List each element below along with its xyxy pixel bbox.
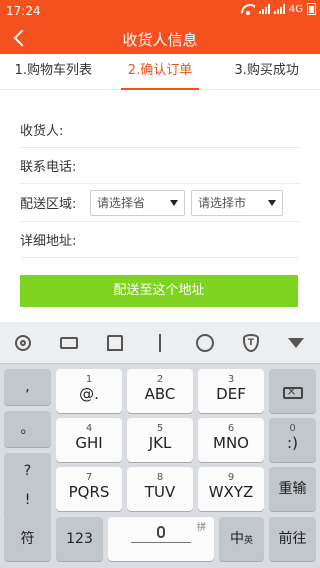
key-6-sub: 6 [227, 423, 235, 434]
cursor-icon[interactable] [149, 332, 171, 354]
reinput-key[interactable]: 重输 [269, 467, 316, 511]
key-0-sub: 0 [289, 423, 296, 434]
key-2[interactable]: 2 ABC [127, 369, 193, 413]
phone-label: 联系电话: [20, 160, 77, 175]
key-2-sub: 2 [156, 374, 164, 385]
shield-icon[interactable]: T [240, 332, 262, 354]
collapse-icon[interactable] [285, 332, 307, 354]
key-8-sub: 8 [156, 472, 164, 483]
key-4-main: GHI [75, 434, 103, 452]
key-5[interactable]: 5 JKL [127, 418, 193, 462]
backspace-icon [282, 384, 303, 399]
key-3-main: DEF [216, 385, 246, 403]
app-header: 收货人信息 [0, 22, 320, 54]
region-row: 配送区域: 请选择省 请选择市 [20, 184, 300, 222]
key-3[interactable]: 3 DEF [198, 369, 264, 413]
key-8[interactable]: 8 TUV [127, 467, 193, 511]
recipient-label: 收货人: [20, 124, 64, 139]
en-label: 英 [243, 536, 253, 546]
key-7-main: PQRS [68, 483, 110, 501]
network-label: 4G [288, 3, 303, 15]
key-5-main: JKL [148, 434, 172, 452]
smile-icon[interactable] [194, 332, 216, 354]
step-confirm-order[interactable]: 2.确认订单 [107, 54, 214, 90]
symbol-key[interactable]: 符 [4, 517, 51, 561]
key-9-sub: 9 [227, 472, 235, 483]
key-0[interactable]: 0 :) [269, 418, 316, 462]
key-exclaim[interactable]: ! [4, 482, 51, 518]
key-6[interactable]: 6 MNO [198, 418, 264, 462]
province-select[interactable]: 请选择省 [90, 189, 185, 216]
status-icons: 4G [241, 3, 316, 15]
backspace-key[interactable] [269, 369, 316, 413]
shirt-icon[interactable] [104, 332, 126, 354]
key-1[interactable]: 1 @. [56, 369, 122, 413]
battery-icon [307, 3, 316, 15]
page-title: 收货人信息 [122, 31, 198, 49]
gear-icon[interactable] [12, 332, 34, 354]
key-4[interactable]: 4 GHI [56, 418, 122, 462]
key-9[interactable]: 9 WXYZ [198, 467, 264, 511]
key-period[interactable]: 。 [4, 411, 51, 447]
recipient-form: 收货人: 联系电话: 配送区域: 请选择省 请选择市 详细地址: [20, 112, 300, 258]
key-comma[interactable]: , [4, 369, 51, 405]
keyboard-toolbar: T [0, 322, 320, 364]
province-select-text: 请选择省 [97, 196, 146, 210]
key-3-sub: 3 [227, 374, 235, 385]
soft-keyboard: T , 。 ? ! 1 @. 2 ABC 3 DEF 4 GHI 5 JKL 6… [0, 322, 320, 568]
ship-to-address-button[interactable]: 配送至这个地址 [20, 275, 298, 307]
key-0-main: :) [287, 434, 298, 452]
signal-icon [258, 4, 270, 14]
space-hint: 拼 [196, 523, 206, 533]
enter-key[interactable]: 前往 [269, 517, 316, 561]
space-key[interactable]: 拼 [108, 517, 214, 561]
key-exclaim-label: ! [24, 492, 31, 508]
space-bar-line [131, 542, 191, 543]
status-time: 17:24 [6, 4, 41, 18]
city-select-text: 请选择市 [198, 196, 247, 210]
city-select[interactable]: 请选择市 [191, 189, 283, 216]
key-4-sub: 4 [85, 423, 93, 434]
recipient-row[interactable]: 收货人: [20, 112, 300, 148]
cn-en-switch-key[interactable]: 中英 [219, 517, 264, 561]
key-6-main: MNO [213, 434, 249, 452]
wifi-icon [241, 4, 255, 15]
key-7-sub: 7 [85, 472, 93, 483]
numbers-key[interactable]: 123 [56, 517, 103, 561]
key-8-main: TUV [144, 483, 176, 501]
signal-icon-2 [273, 4, 285, 14]
step-cart-list[interactable]: 1.购物车列表 [0, 54, 107, 89]
status-bar: 17:24 4G [0, 0, 320, 22]
key-2-main: ABC [144, 385, 176, 403]
order-steps: 1.购物车列表 2.确认订单 3.购买成功 [0, 54, 320, 90]
address-label: 详细地址: [20, 234, 77, 249]
key-5-sub: 5 [156, 423, 164, 434]
step-purchase-success[interactable]: 3.购买成功 [213, 54, 320, 89]
key-1-main: @. [79, 385, 99, 403]
microphone-icon [157, 526, 165, 538]
key-1-sub: 1 [85, 374, 93, 385]
cn-label: 中 [229, 531, 244, 547]
keyboard-icon[interactable] [58, 332, 80, 354]
key-7[interactable]: 7 PQRS [56, 467, 122, 511]
dropdown-arrow-icon [170, 199, 178, 206]
phone-row[interactable]: 联系电话: [20, 148, 300, 184]
region-label: 配送区域: [20, 197, 77, 212]
dropdown-arrow-icon [268, 199, 276, 206]
address-row[interactable]: 详细地址: [20, 222, 300, 258]
key-9-main: WXYZ [208, 483, 254, 501]
